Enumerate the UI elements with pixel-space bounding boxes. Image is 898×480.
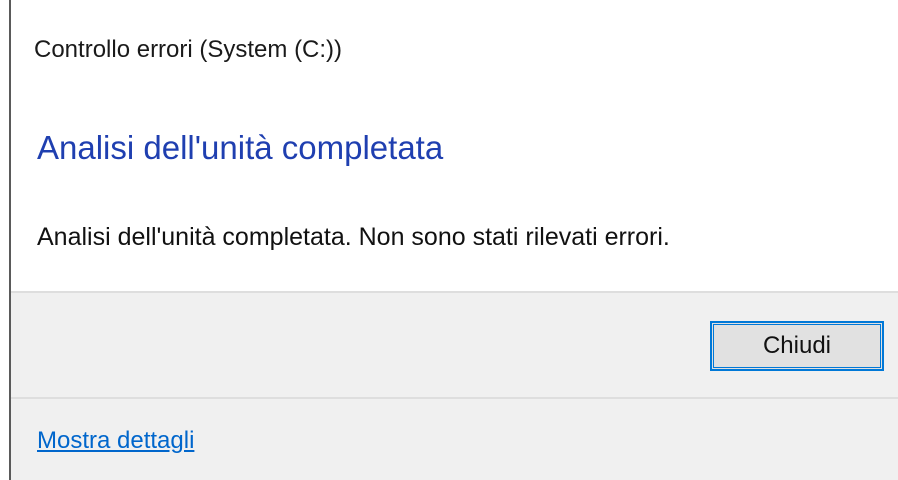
show-details-link[interactable]: Mostra dettagli xyxy=(37,427,194,455)
dialog-title: Controllo errori (System (C:)) xyxy=(34,36,343,63)
result-message: Analisi dell'unità completata. Non sono … xyxy=(37,223,670,251)
dialog-footer: Mostra dettagli xyxy=(11,399,898,480)
result-heading: Analisi dell'unità completata xyxy=(37,129,444,166)
close-button[interactable]: Chiudi xyxy=(710,321,884,371)
button-bar: Chiudi xyxy=(11,291,898,399)
check-disk-dialog: Controllo errori (System (C:)) Analisi d… xyxy=(11,0,898,480)
